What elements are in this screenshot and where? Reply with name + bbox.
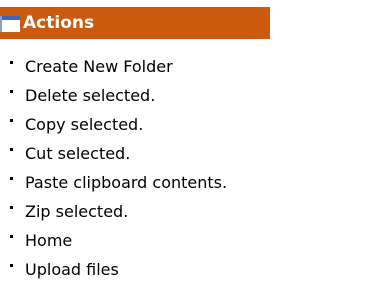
panel-title: Actions [23,13,95,33]
actions-panel-header: Actions [0,7,270,39]
action-label: Paste clipboard contents. [25,173,228,192]
bullet-icon [10,90,13,93]
bullet-icon [10,61,13,64]
action-home[interactable]: Home [0,226,227,255]
action-paste-clipboard[interactable]: Paste clipboard contents. [0,168,227,197]
action-upload-files[interactable]: Upload files [0,255,227,284]
action-delete-selected[interactable]: Delete selected. [0,81,227,110]
actions-panel: Actions Create New Folder Delete selecte… [0,0,384,300]
action-label: Copy selected. [25,115,144,134]
action-create-new-folder[interactable]: Create New Folder [0,52,227,81]
action-label: Delete selected. [25,86,156,105]
action-copy-selected[interactable]: Copy selected. [0,110,227,139]
action-zip-selected[interactable]: Zip selected. [0,197,227,226]
bullet-icon [10,235,13,238]
action-label: Upload files [25,260,119,279]
bullet-icon [10,177,13,180]
action-label: Home [25,231,73,250]
action-label: Zip selected. [25,202,129,221]
actions-list: Create New Folder Delete selected. Copy … [0,52,227,284]
bullet-icon [10,264,13,267]
action-label: Cut selected. [25,144,131,163]
bullet-icon [10,119,13,122]
window-icon [0,16,20,32]
action-label: Create New Folder [25,57,173,76]
bullet-icon [10,206,13,209]
bullet-icon [10,148,13,151]
action-cut-selected[interactable]: Cut selected. [0,139,227,168]
